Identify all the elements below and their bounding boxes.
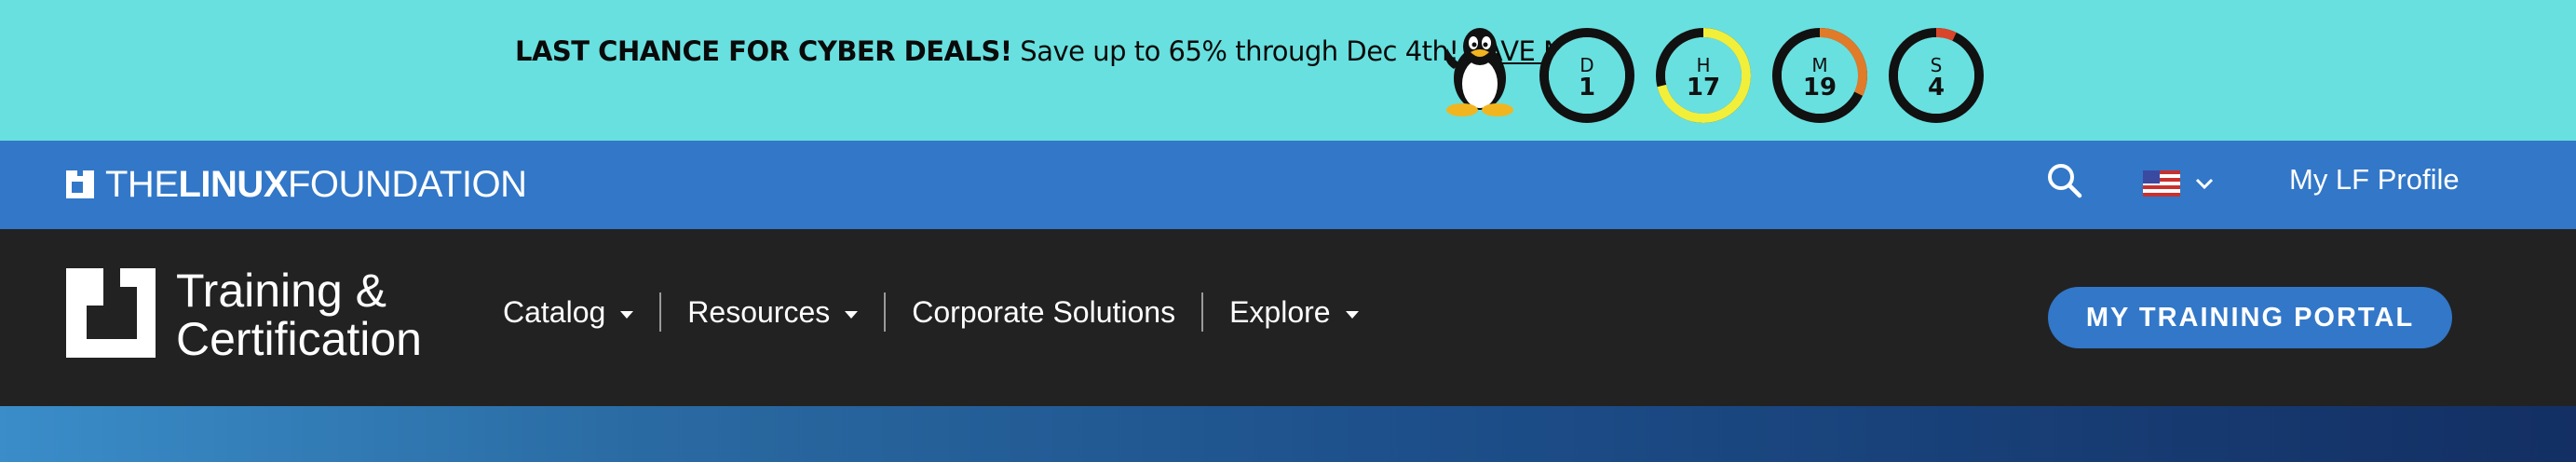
nav-catalog-label: Catalog [503, 294, 606, 329]
nav-divider [884, 292, 887, 332]
lf-top-bar: THELINUXFOUNDATION My LF Profile [0, 141, 2576, 229]
nav-corporate-solutions-label: Corporate Solutions [912, 294, 1176, 329]
caret-down-icon [620, 311, 634, 319]
lf-logo-mark-icon [66, 170, 94, 198]
nav-explore-label: Explore [1229, 294, 1331, 329]
training-nav-bar: Training & Certification Catalog Resourc… [0, 229, 2576, 406]
lf-logo-foundation: FOUNDATION [288, 163, 527, 205]
nav-catalog[interactable]: Catalog [503, 294, 634, 330]
chevron-down-icon [2195, 178, 2214, 190]
search-icon[interactable] [2045, 161, 2084, 200]
main-nav: Catalog Resources Corporate Solutions Ex… [503, 291, 1359, 333]
nav-divider [659, 292, 662, 332]
countdown-m: M 19 [1770, 26, 1869, 125]
tc-logo-title: Training & Certification [176, 265, 422, 365]
countdown-value: 4 [1927, 74, 1946, 102]
my-lf-profile-link[interactable]: My LF Profile [2289, 163, 2460, 197]
lf-logo-wordmark: THELINUXFOUNDATION [105, 163, 527, 206]
tc-logo-mark-icon [66, 268, 156, 358]
countdown-h: H 17 [1654, 26, 1753, 125]
us-flag-icon [2143, 170, 2180, 197]
countdown-s: S4 [1887, 26, 1986, 125]
promo-banner: LAST CHANCE FOR CYBER DEALS! Save up to … [0, 0, 2576, 141]
countdown-value: 19 [1802, 74, 1837, 102]
countdown-value: 17 [1686, 74, 1721, 102]
caret-down-icon [1345, 311, 1359, 319]
countdown-value: 1 [1578, 74, 1596, 102]
tux-penguin-icon [1445, 28, 1513, 116]
nav-divider [1201, 292, 1204, 332]
promo-headline: LAST CHANCE FOR CYBER DEALS! [515, 35, 1012, 67]
nav-explore[interactable]: Explore [1229, 295, 1359, 330]
training-certification-logo[interactable]: Training & Certification [66, 265, 439, 365]
lf-logo-the: THE [105, 163, 179, 205]
nav-corporate-solutions[interactable]: Corporate Solutions [912, 295, 1175, 330]
countdown-d: D1 [1538, 26, 1636, 125]
promo-message: Save up to 65% through Dec 4th! [1011, 35, 1468, 67]
my-training-portal-button[interactable]: MY TRAINING PORTAL [2048, 287, 2452, 348]
linux-foundation-logo[interactable]: THELINUXFOUNDATION [66, 163, 527, 206]
nav-resources[interactable]: Resources [687, 294, 859, 330]
nav-resources-label: Resources [687, 294, 831, 329]
hero-gradient-banner [0, 406, 2576, 462]
lf-logo-linux: LINUX [178, 163, 289, 205]
language-selector[interactable] [2143, 165, 2217, 202]
caret-down-icon [845, 311, 859, 319]
